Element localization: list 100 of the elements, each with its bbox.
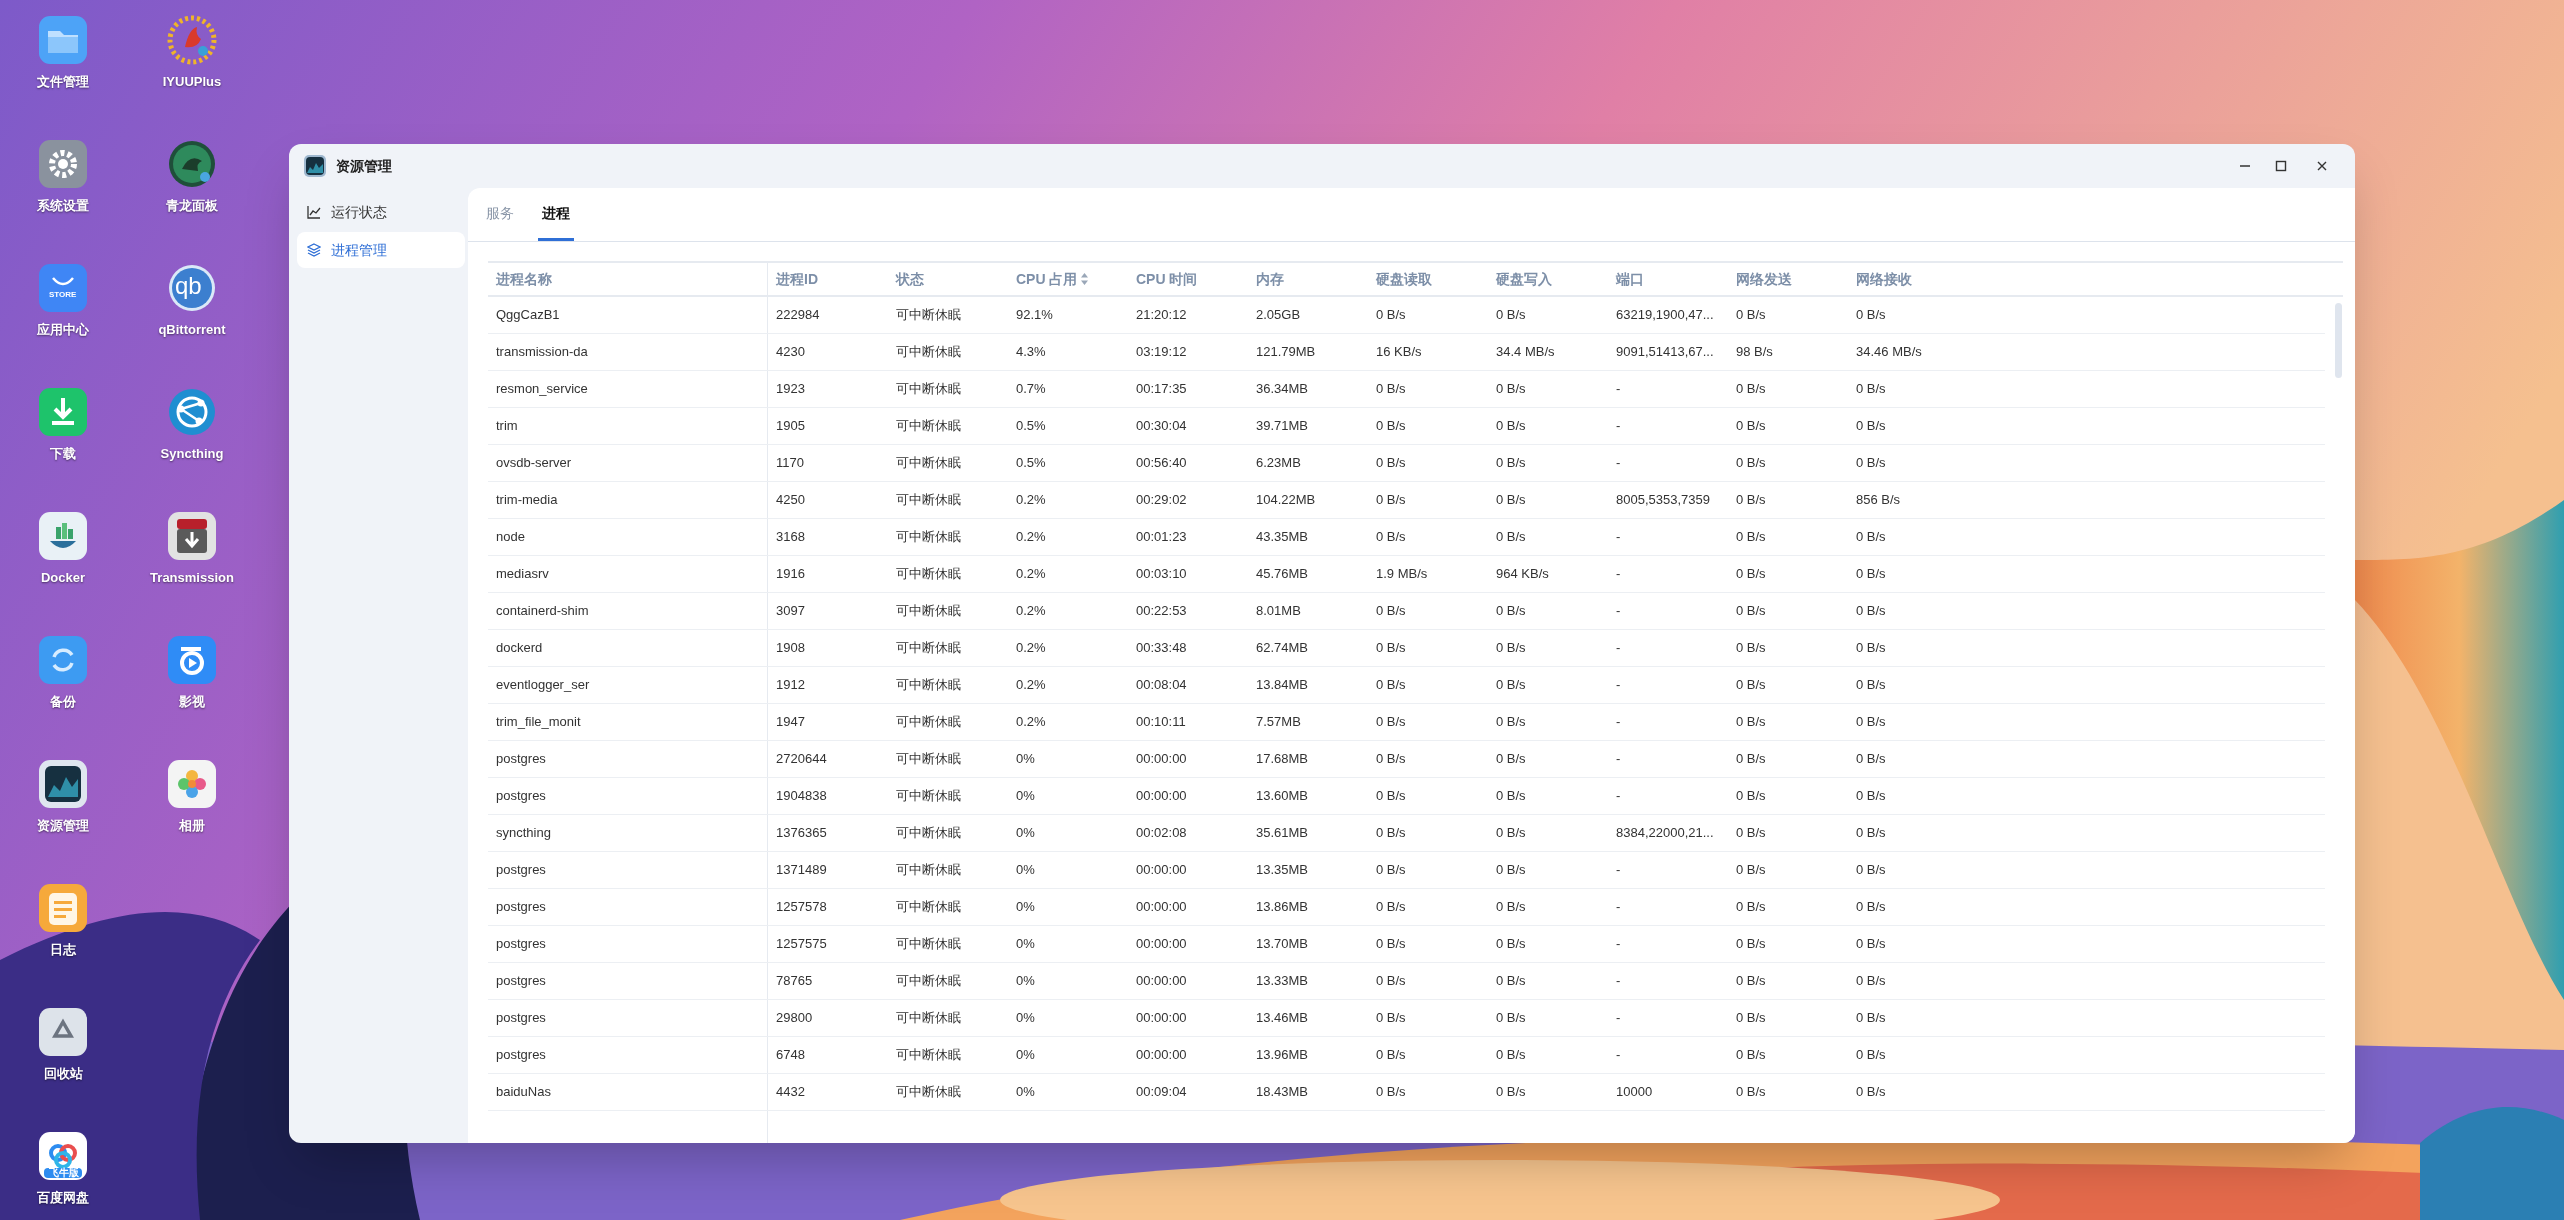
column-header[interactable]: 硬盘写入 — [1488, 263, 1608, 295]
app-label[interactable]: 影视 — [179, 694, 205, 710]
table-cell-text: 可中断休眠 — [896, 454, 961, 473]
table-cell-text: 00:17:35 — [1136, 380, 1187, 399]
table-cell-text: 92.1% — [1016, 306, 1053, 325]
table-cell-text: 可中断休眠 — [896, 602, 961, 621]
app-label[interactable]: Syncthing — [160, 446, 224, 462]
table-cell-text: 1170 — [776, 454, 804, 473]
table-cell-text: - — [1616, 380, 1621, 399]
column-header[interactable]: 进程ID — [768, 263, 888, 295]
app-label[interactable]: 下载 — [50, 446, 76, 462]
table-cell-text: 03:19:12 — [1136, 343, 1187, 362]
line-chart-icon — [307, 205, 321, 219]
table-cell-text: 1947 — [776, 713, 805, 732]
sun-icon[interactable] — [167, 15, 217, 65]
app-label[interactable]: Transmission — [150, 570, 234, 586]
cloud-icon[interactable] — [38, 1131, 88, 1181]
table-cell-text: 0 B/s — [1736, 1009, 1766, 1028]
app-label[interactable]: 资源管理 — [37, 818, 89, 834]
table-cell-text: 13.46MB — [1256, 1009, 1309, 1028]
table-cell-text: 35.61MB — [1256, 824, 1309, 843]
list-icon[interactable] — [38, 883, 88, 933]
table-cell-text: 0 B/s — [1376, 972, 1406, 991]
table-cell-text: 00:00:00 — [1136, 1009, 1187, 1028]
table-cell-text: 1.9 MB/s — [1376, 565, 1428, 584]
table-cell-text: 0 B/s — [1736, 306, 1766, 325]
column-header[interactable]: 内存 — [1248, 263, 1368, 295]
app-label[interactable]: 日志 — [50, 942, 76, 958]
dragon-icon[interactable] — [167, 139, 217, 189]
maximize-icon — [2275, 160, 2287, 172]
table-cell-text: 3168 — [776, 528, 805, 547]
table-cell-text: 00:33:48 — [1136, 639, 1187, 658]
table-cell-text: 4250 — [776, 491, 805, 510]
table-cell-text: 1905 — [776, 417, 805, 436]
table-cell-text: 0 B/s — [1496, 306, 1526, 325]
table-cell-text: 13.70MB — [1256, 935, 1309, 954]
table-cell-text: resmon_service — [496, 380, 588, 399]
column-header[interactable]: 硬盘读取 — [1368, 263, 1488, 295]
play-icon[interactable] — [167, 635, 217, 685]
table-cell-text: 0.2% — [1016, 639, 1046, 658]
app-label[interactable]: 相册 — [179, 818, 205, 834]
tab[interactable]: 服务 — [482, 189, 518, 241]
icon-glyph: qb — [175, 272, 202, 300]
table-cell-text: 0% — [1016, 1009, 1035, 1028]
table-cell-text: 0 B/s — [1376, 417, 1406, 436]
sidebar-item[interactable]: 进程管理 — [297, 232, 465, 268]
column-header[interactable]: 状态 — [888, 263, 1008, 295]
chart-icon[interactable] — [38, 759, 88, 809]
app-label[interactable]: 系统设置 — [37, 198, 89, 214]
table-cell-text: 0 B/s — [1496, 380, 1526, 399]
app-label[interactable]: IYUUPlus — [162, 74, 222, 90]
table-cell-text: 17.68MB — [1256, 750, 1309, 769]
table-cell-text: 00:00:00 — [1136, 1046, 1187, 1065]
bag-icon[interactable] — [38, 263, 88, 313]
badge-icon[interactable] — [167, 263, 217, 313]
app-label[interactable]: 文件管理 — [37, 74, 89, 90]
app-label[interactable]: 应用中心 — [37, 322, 89, 338]
app-label[interactable]: qBittorrent — [158, 322, 226, 338]
window-title: 资源管理 — [336, 156, 392, 176]
network-icon[interactable] — [167, 387, 217, 437]
app-label[interactable]: 回收站 — [43, 1066, 83, 1082]
table-cell-text: 36.34MB — [1256, 380, 1309, 399]
folder-icon[interactable] — [38, 15, 88, 65]
table-cell-text: trim — [496, 417, 518, 436]
gear-icon[interactable] — [38, 139, 88, 189]
box-icon[interactable] — [167, 511, 217, 561]
tab[interactable]: 进程 — [538, 189, 574, 241]
app-label[interactable]: 备份 — [50, 694, 76, 710]
column-header[interactable]: 网络接收 — [1848, 263, 1968, 295]
table-cell-text: - — [1616, 676, 1621, 695]
table-cell-text: 0 B/s — [1856, 861, 1886, 880]
column-header[interactable]: 网络发送 — [1728, 263, 1848, 295]
sync-icon[interactable] — [38, 635, 88, 685]
column-header[interactable]: CPU 时间 — [1128, 263, 1248, 295]
table-cell-text: 6748 — [776, 1046, 805, 1065]
table-cell-text: 0 B/s — [1736, 454, 1766, 473]
app-label[interactable]: 青龙面板 — [166, 198, 218, 214]
table-cell-text: 0 B/s — [1496, 713, 1526, 732]
sort-icon[interactable] — [1081, 273, 1089, 285]
download-icon[interactable] — [38, 387, 88, 437]
app-label[interactable]: 百度网盘 — [37, 1190, 89, 1206]
table-cell-text: 00:00:00 — [1136, 972, 1187, 991]
table-cell-text: 21:20:12 — [1136, 306, 1187, 325]
table-cell-text: 0 B/s — [1496, 861, 1526, 880]
table-cell-text: 4432 — [776, 1083, 805, 1102]
table-cell-text: 可中断休眠 — [896, 380, 961, 399]
table-cell-text: 0 B/s — [1736, 824, 1766, 843]
column-header[interactable]: CPU 占用 — [1008, 263, 1128, 295]
sidebar-item[interactable]: 运行状态 — [297, 194, 465, 230]
scrollbar[interactable] — [2335, 303, 2342, 378]
column-header[interactable]: 进程名称 — [488, 263, 768, 295]
flower-icon[interactable] — [167, 759, 217, 809]
table-cell-text: dockerd — [496, 639, 543, 658]
column-header[interactable]: 端口 — [1608, 263, 1728, 295]
app-label[interactable]: Docker — [40, 570, 86, 586]
table-cell-text: postgres — [496, 787, 546, 806]
table-cell-text: 964 KB/s — [1496, 565, 1549, 584]
table-cell-text: 0.2% — [1016, 602, 1046, 621]
table-cell-text: 0 B/s — [1376, 676, 1406, 695]
table-cell-text: - — [1616, 935, 1621, 954]
